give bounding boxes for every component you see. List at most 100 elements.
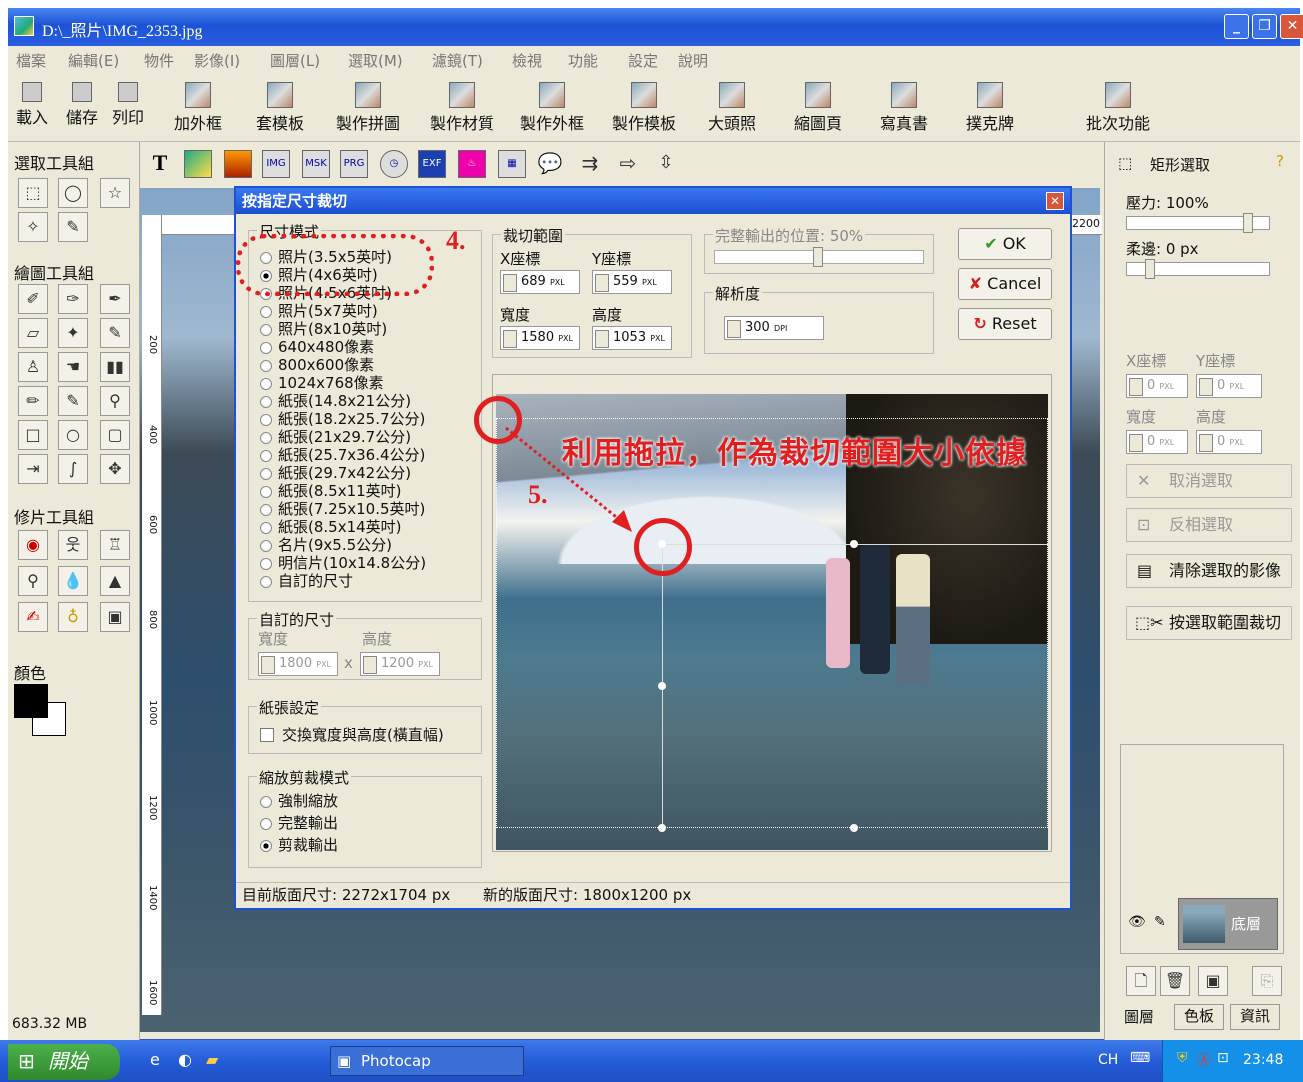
- spray-tool[interactable]: ✑: [58, 284, 88, 314]
- output-position-thumb[interactable]: [813, 247, 823, 267]
- brush-select-tool[interactable]: ✎: [58, 212, 88, 242]
- minimize-button[interactable]: _: [1224, 14, 1249, 39]
- eraser-tool[interactable]: ▱: [18, 318, 48, 348]
- feather-slider[interactable]: [1126, 259, 1270, 279]
- menu-edit[interactable]: 編輯(E): [68, 50, 119, 71]
- scale-option-selected[interactable]: 剪裁輸出: [260, 834, 338, 855]
- clone-tool[interactable]: ♖: [100, 530, 130, 560]
- scale-option[interactable]: 強制縮放: [260, 790, 338, 811]
- lasso-select-tool[interactable]: ☆: [100, 178, 130, 208]
- custom-height-input[interactable]: 1200 PXL: [360, 652, 440, 676]
- ie-icon[interactable]: e: [150, 1050, 160, 1069]
- toolbar-print-button[interactable]: 列印: [112, 82, 144, 128]
- toolbar-make-template-button[interactable]: 製作模板: [612, 82, 676, 134]
- drop-tool[interactable]: 💧: [58, 566, 88, 596]
- menu-object[interactable]: 物件: [144, 50, 174, 71]
- custom-width-input[interactable]: 1800 PXL: [258, 652, 338, 676]
- menu-image[interactable]: 影像(I): [194, 50, 240, 71]
- crop-width-input[interactable]: 1580 PXL: [500, 326, 580, 350]
- output-position-slider[interactable]: [714, 247, 924, 267]
- start-button[interactable]: ⊞ 開始: [8, 1044, 120, 1080]
- y-input[interactable]: 0 PXL: [1196, 374, 1262, 398]
- menu-function[interactable]: 功能: [568, 50, 598, 71]
- toolbar-puzzle-button[interactable]: 製作拼圖: [336, 82, 400, 134]
- crop-x-input[interactable]: 689 PXL: [500, 270, 580, 294]
- speech-bubble-icon[interactable]: 💬: [536, 150, 564, 178]
- h-input[interactable]: 0 PXL: [1196, 430, 1262, 454]
- crop-selection[interactable]: [662, 544, 1048, 828]
- merge-layer-icon[interactable]: ⎘: [1252, 966, 1282, 996]
- delete-layer-icon[interactable]: 🗑: [1160, 966, 1190, 996]
- exif-button[interactable]: EXF: [418, 150, 446, 178]
- crop-handle[interactable]: [850, 540, 858, 548]
- close-button[interactable]: ✕: [1280, 14, 1303, 39]
- sharpen-tool[interactable]: ▲: [100, 566, 130, 596]
- swap-checkbox[interactable]: [260, 728, 274, 742]
- toolbar-load-button[interactable]: 載入: [16, 82, 48, 128]
- tab-palette[interactable]: 色板: [1174, 1004, 1224, 1030]
- restore-button[interactable]: ❐: [1252, 14, 1277, 39]
- help-icon[interactable]: ?: [1276, 152, 1284, 170]
- img-button[interactable]: IMG: [262, 150, 290, 178]
- image-insert-icon[interactable]: [184, 150, 212, 178]
- toolbar-frame-button[interactable]: 加外框: [174, 82, 222, 134]
- toolbar-photobook-button[interactable]: 寫真書: [880, 82, 928, 134]
- crop-handle[interactable]: [850, 824, 858, 832]
- dpi-input[interactable]: 300 DPI: [724, 316, 824, 340]
- toolbar-id-photo-button[interactable]: 大頭照: [708, 82, 756, 134]
- image-fix-tool[interactable]: ▣: [100, 602, 130, 632]
- antivirus-icon[interactable]: Ⓐ: [1197, 1050, 1211, 1070]
- shield-icon[interactable]: ⛨: [1177, 1050, 1188, 1066]
- browser-icon[interactable]: ◐: [178, 1050, 192, 1069]
- language-indicator[interactable]: CH: [1098, 1052, 1118, 1068]
- pencil-tool[interactable]: ✏: [18, 386, 48, 416]
- tab-layers[interactable]: 圖層: [1124, 1006, 1154, 1027]
- pressure-slider[interactable]: [1126, 213, 1270, 233]
- pressure-thumb[interactable]: [1243, 213, 1253, 233]
- taskbar-photocap[interactable]: ▣ Photocap: [330, 1046, 524, 1076]
- menu-layer[interactable]: 圖層(L): [270, 50, 320, 71]
- toolbar-thumbnail-button[interactable]: 縮圖頁: [794, 82, 842, 134]
- toolbar-batch-button[interactable]: 批次功能: [1086, 82, 1150, 134]
- text-tool-button[interactable]: T: [146, 150, 174, 178]
- menu-filter[interactable]: 濾鏡(T): [432, 50, 483, 71]
- zoom-tool[interactable]: ⚲: [18, 566, 48, 596]
- line-tool[interactable]: ⇥: [18, 454, 48, 484]
- people-tool[interactable]: 웃: [58, 530, 88, 560]
- distribute-icon[interactable]: ⇳: [652, 150, 680, 178]
- toolbar-template-button[interactable]: 套模板: [256, 82, 304, 134]
- rectangle-tool[interactable]: □: [18, 420, 48, 450]
- paint-tool[interactable]: ✍: [18, 602, 48, 632]
- clock-icon[interactable]: ◷: [380, 150, 408, 178]
- pattern-tool[interactable]: ▮▮: [100, 352, 130, 382]
- keyboard-icon[interactable]: ⌨: [1130, 1050, 1150, 1066]
- menu-view[interactable]: 檢視: [512, 50, 542, 71]
- toolbar-texture-button[interactable]: 製作材質: [430, 82, 494, 134]
- hand-tool[interactable]: ☚: [58, 352, 88, 382]
- edit-icon[interactable]: ✎: [1154, 914, 1166, 930]
- move-tool[interactable]: ✥: [100, 454, 130, 484]
- ok-button[interactable]: ✔ OK: [958, 228, 1052, 260]
- toolbar-cards-button[interactable]: 撲克牌: [966, 82, 1014, 134]
- pen-tool[interactable]: ✎: [58, 386, 88, 416]
- x-input[interactable]: 0 PXL: [1126, 374, 1188, 398]
- toolbar-make-frame-button[interactable]: 製作外框: [520, 82, 584, 134]
- toolbar-save-button[interactable]: 儲存: [66, 82, 98, 128]
- foreground-color-swatch[interactable]: [14, 684, 48, 718]
- eyedropper-tool[interactable]: ⚲: [100, 386, 130, 416]
- crop-y-input[interactable]: 559 PXL: [592, 270, 672, 294]
- new-layer-icon[interactable]: 🗋: [1126, 966, 1156, 996]
- crop-height-input[interactable]: 1053 PXL: [592, 326, 672, 350]
- smudge-tool[interactable]: ✦: [58, 318, 88, 348]
- mask-button[interactable]: MSK: [302, 150, 330, 178]
- arrow-shape-icon[interactable]: ⇨: [614, 150, 642, 178]
- rounded-rect-tool[interactable]: ▢: [100, 420, 130, 450]
- curve-tool[interactable]: ∫: [58, 454, 88, 484]
- title-bar[interactable]: D:\_照片\IMG_2353.jpg _ ❐ ✕: [8, 8, 1303, 46]
- align-icon[interactable]: ⇉: [576, 150, 604, 178]
- cake-icon[interactable]: ♨: [458, 150, 486, 178]
- blur-tool[interactable]: ✎: [100, 318, 130, 348]
- dialog-close-button[interactable]: ✕: [1046, 192, 1064, 210]
- ellipse-tool[interactable]: ○: [58, 420, 88, 450]
- reset-button[interactable]: ↻ Reset: [958, 308, 1052, 340]
